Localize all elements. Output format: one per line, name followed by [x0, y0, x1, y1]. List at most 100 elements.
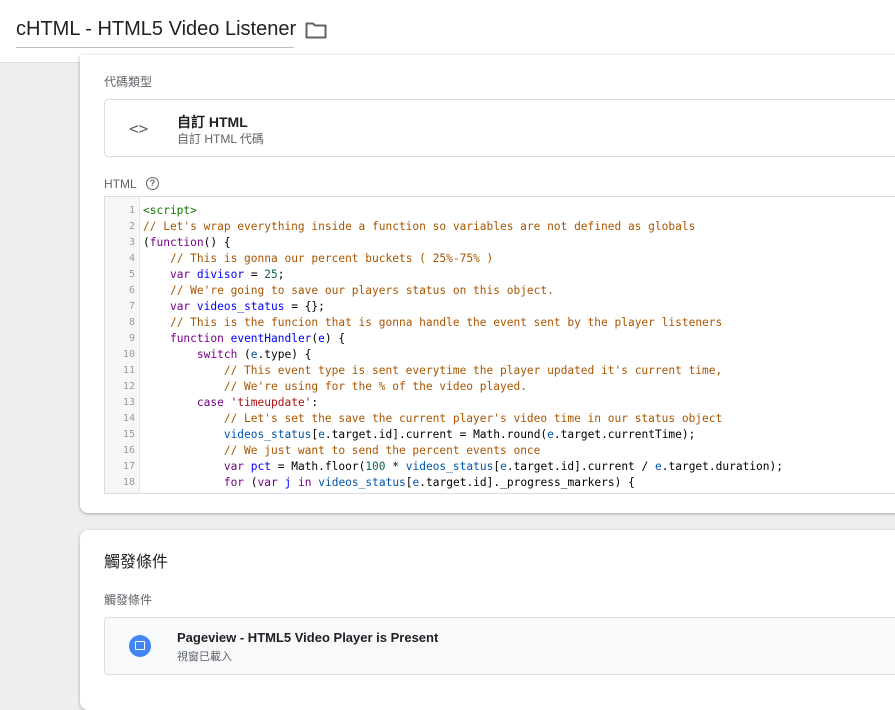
code-text[interactable]: // This is gonna our percent buckets ( 2…	[143, 251, 493, 267]
code-token: in	[298, 476, 312, 489]
code-token: .target.id].current /	[506, 460, 655, 473]
code-token: eventHandler	[230, 332, 312, 345]
code-token: if	[251, 492, 264, 493]
help-circle-icon[interactable]: ?	[146, 177, 159, 190]
code-token: case	[196, 396, 224, 409]
code-token: var	[169, 268, 191, 281]
line-number: 19	[105, 491, 135, 493]
line-number: 2	[128, 221, 135, 232]
code-text[interactable]: // We're using for the % of the video pl…	[143, 379, 527, 395]
code-token: pct	[250, 460, 272, 473]
code-text[interactable]: // Let's set the save the current player…	[143, 411, 722, 427]
code-token: 100	[365, 460, 386, 473]
code-token: 'timeupdate'	[230, 396, 312, 409]
code-token: >	[365, 492, 385, 493]
code-token: e	[250, 348, 258, 361]
code-token: .target.currentTime);	[553, 428, 696, 441]
code-text[interactable]: <script>	[143, 203, 197, 219]
code-text[interactable]: (function() {	[143, 235, 231, 251]
window-loaded-icon	[129, 635, 151, 657]
code-text[interactable]: var videos_status = {};	[143, 299, 325, 315]
tag-type-description: 自訂 HTML 代碼	[177, 132, 264, 146]
code-token: =	[244, 268, 265, 281]
code-token: .target.id]._progress_markers) {	[419, 476, 635, 489]
line-number: 5	[128, 269, 135, 280]
tag-name-title[interactable]: cHTML - HTML5 Video Listener	[16, 18, 296, 48]
line-number: 4	[128, 253, 135, 264]
code-text[interactable]: // This event type is sent everytime the…	[143, 363, 722, 379]
code-token: e	[318, 428, 325, 441]
code-token: // This is the funcion that is gonna han…	[169, 316, 723, 329]
code-token: videos_status	[223, 428, 312, 441]
top-bar: cHTML - HTML5 Video Listener	[0, 0, 895, 63]
code-token: .target.duration);	[661, 460, 783, 473]
code-token: 25	[264, 268, 278, 281]
code-brackets-icon: <>	[129, 119, 149, 138]
code-token: &&	[332, 492, 359, 493]
code-text[interactable]: // Let's wrap everything inside a functi…	[143, 219, 695, 235]
line-number: 6	[128, 285, 135, 296]
code-token: divisor	[196, 268, 245, 281]
code-text[interactable]: // We just want to send the percent even…	[143, 443, 541, 459]
code-token: [	[405, 476, 413, 489]
html-code-editor[interactable]: 1 <script> 2 // Let's wrap everything insid…	[104, 196, 895, 494]
code-token: e	[480, 492, 487, 493]
line-number: 9	[128, 333, 135, 344]
code-text[interactable]: case 'timeupdate':	[143, 395, 318, 411]
code-text[interactable]: videos_status[e.target.id].current = Mat…	[143, 427, 696, 443]
tag-configuration-card: 代碼類型 <> 自訂 HTML 自訂 HTML 代碼 HTML ? 1 <scri…	[80, 55, 895, 513]
code-token: // We just want to send the percent even…	[223, 444, 541, 457]
code-token: videos_status	[318, 476, 406, 489]
code-token: // Let's wrap everything inside a functi…	[143, 220, 696, 233]
line-number: 1	[128, 205, 135, 216]
code-token: (	[244, 476, 258, 489]
code-token: videos_status	[405, 460, 494, 473]
folder-icon[interactable]	[305, 21, 327, 39]
code-token: function	[169, 332, 224, 345]
code-token: () {	[203, 236, 231, 249]
line-number: 8	[128, 317, 135, 328]
line-number: 17	[122, 461, 135, 472]
triggering-label: 觸發條件	[104, 593, 153, 607]
code-token: [	[473, 492, 480, 493]
code-token: // Let's set the save the current player…	[223, 412, 723, 425]
code-text[interactable]: var divisor = 25;	[143, 267, 285, 283]
code-token: for	[223, 476, 245, 489]
html-label: HTML	[104, 177, 137, 191]
code-text[interactable]: for (var j in videos_status[e.target.id]…	[143, 475, 635, 491]
code-token: switch	[196, 348, 238, 361]
line-number: 15	[122, 429, 135, 440]
code-text[interactable]: var pct = Math.floor(100 * videos_status…	[143, 459, 783, 475]
code-text[interactable]: if (pct >= j && j > videos_status[e.targ…	[143, 491, 689, 493]
code-text[interactable]: // We're going to save our players statu…	[143, 283, 554, 299]
line-number: 16	[122, 445, 135, 456]
code-text[interactable]: switch (e.type) {	[143, 347, 312, 363]
tag-type-name: 自訂 HTML	[177, 114, 248, 130]
code-token: .type) {	[257, 348, 312, 361]
code-text[interactable]: // This is the funcion that is gonna han…	[143, 315, 722, 331]
trigger-name: Pageview - HTML5 Video Player is Present	[177, 630, 439, 645]
code-token: <script>	[143, 204, 197, 217]
code-token: = {};	[284, 300, 325, 313]
line-number: 13	[122, 397, 135, 408]
code-token: (	[264, 492, 278, 493]
line-number: 11	[122, 365, 135, 376]
trigger-item[interactable]: Pageview - HTML5 Video Player is Present…	[104, 617, 895, 675]
code-text[interactable]: function eventHandler(e) {	[143, 331, 345, 347]
code-token: // This event type is sent everytime the…	[223, 364, 723, 377]
code-token: e	[318, 332, 325, 345]
code-token: videos_status	[196, 300, 285, 313]
tag-type-selector[interactable]: <> 自訂 HTML 自訂 HTML 代碼	[104, 99, 895, 157]
